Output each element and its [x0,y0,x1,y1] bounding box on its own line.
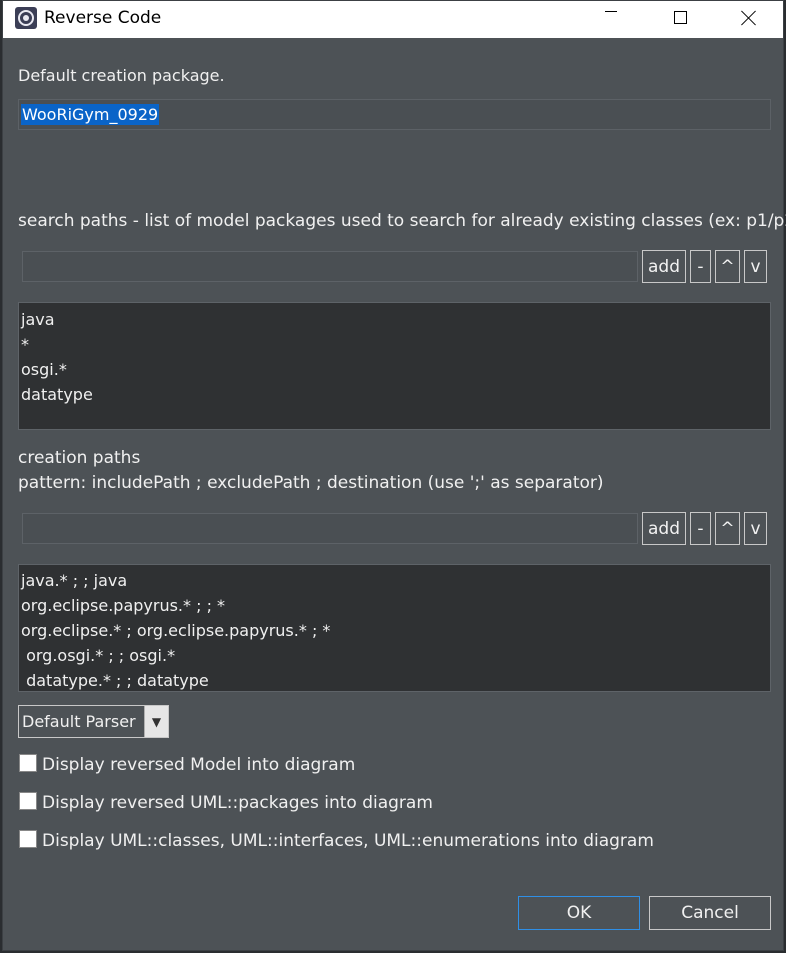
search-up-button[interactable]: ^ [715,250,740,283]
papyrus-app-icon [15,7,37,29]
close-icon [741,10,757,26]
title-bar[interactable]: Reverse Code [3,1,783,38]
display-model-checkbox[interactable] [19,754,37,772]
display-packages-label[interactable]: Display reversed UML::packages into diag… [42,793,433,813]
display-classes-label[interactable]: Display UML::classes, UML::interfaces, U… [42,831,654,851]
creation-remove-button[interactable]: - [690,512,711,545]
list-item[interactable]: * [19,332,770,357]
creation-path-input[interactable] [22,513,638,544]
search-path-input[interactable] [22,251,638,282]
search-paths-list[interactable]: java * osgi.* datatype [18,302,771,430]
window-title: Reverse Code [44,8,162,28]
creation-paths-label: creation paths [18,448,141,468]
search-add-button[interactable]: add [642,250,686,283]
maximize-icon [673,11,687,24]
creation-add-button[interactable]: add [642,512,686,545]
chevron-down-icon[interactable]: ▼ [144,706,168,737]
ok-button[interactable]: OK [518,896,640,930]
list-item[interactable]: datatype [19,382,770,407]
creation-paths-pattern: pattern: includePath ; excludePath ; des… [18,473,604,493]
list-item[interactable]: java [19,307,770,332]
minimize-button[interactable] [577,1,645,38]
maximize-button[interactable] [646,1,714,38]
display-classes-checkbox[interactable] [19,830,37,848]
list-item[interactable]: osgi.* [19,357,770,382]
close-button[interactable] [715,1,783,38]
minimize-icon [605,11,617,12]
search-remove-button[interactable]: - [690,250,711,283]
creation-package-value: WooRiGym_0929 [21,104,160,125]
display-packages-checkbox[interactable] [19,792,37,810]
search-down-button[interactable]: v [744,250,767,283]
search-paths-label: search paths - list of model packages us… [18,211,786,231]
reverse-code-dialog: Reverse Code Default creation package. W… [2,0,786,951]
creation-up-button[interactable]: ^ [715,512,740,545]
list-item[interactable]: org.eclipse.papyrus.* ; ; * [19,593,770,618]
list-item[interactable]: org.eclipse.* ; org.eclipse.papyrus.* ; … [19,618,770,643]
parser-select[interactable]: Default Parser ▼ [18,705,169,738]
list-item[interactable]: java.* ; ; java [19,568,770,593]
parser-selected-value: Default Parser [22,712,136,731]
list-item[interactable]: org.osgi.* ; ; osgi.* [19,643,770,668]
creation-package-input[interactable]: WooRiGym_0929 [18,99,771,130]
creation-package-label: Default creation package. [18,66,225,85]
display-model-label[interactable]: Display reversed Model into diagram [42,755,355,775]
cancel-button[interactable]: Cancel [649,896,771,930]
creation-down-button[interactable]: v [744,512,767,545]
creation-paths-list[interactable]: java.* ; ; java org.eclipse.papyrus.* ; … [18,564,771,692]
list-item[interactable]: datatype.* ; ; datatype [19,668,770,691]
